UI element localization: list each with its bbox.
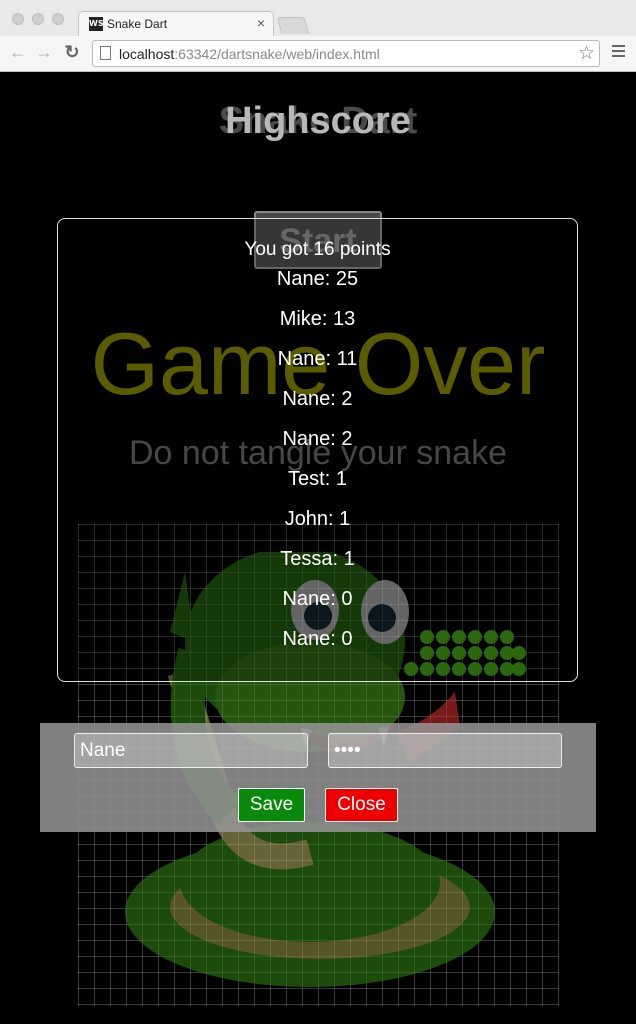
url-path: :63342/dartsnake/web/index.html: [174, 46, 380, 62]
tab-close-icon[interactable]: ×: [257, 15, 265, 31]
highscore-title: Highscore: [225, 100, 411, 142]
highscore-entry: Nane: 2: [282, 428, 353, 450]
forward-arrow-icon[interactable]: →: [34, 42, 54, 63]
highscore-entry: Mike: 13: [279, 308, 356, 330]
bookmark-star-icon[interactable]: ☆: [578, 42, 595, 65]
url-text[interactable]: localhost:63342/dartsnake/web/index.html: [119, 46, 380, 62]
save-button[interactable]: Save: [238, 788, 305, 822]
highscore-entry: Nane: 0: [282, 588, 353, 610]
back-arrow-icon[interactable]: ←: [8, 42, 28, 63]
highscore-entry: Nane: 25: [276, 268, 359, 290]
highscore-dialog: You got 16 points Nane: 25 Mike: 13 Nane…: [57, 218, 578, 682]
address-bar[interactable]: localhost:63342/dartsnake/web/index.html…: [92, 40, 600, 67]
reload-icon[interactable]: ↻: [62, 42, 82, 63]
highscore-entry: Test: 1: [288, 468, 347, 490]
window-close-dot[interactable]: [12, 13, 24, 25]
window-zoom-dot[interactable]: [52, 13, 64, 25]
name-input[interactable]: [74, 733, 308, 768]
tab-title: Snake Dart: [107, 17, 168, 31]
password-input[interactable]: [328, 733, 562, 768]
highscore-entry: John: 1: [284, 508, 351, 530]
game-page: Snake Dart Highscore Start Game Over Do …: [0, 72, 636, 1024]
browser-toolbar: ← → ↻ localhost:63342/dartsnake/web/inde…: [0, 36, 636, 72]
webstorm-icon: WS: [89, 17, 104, 31]
highscore-entry: Nane: 0: [282, 628, 353, 650]
close-button[interactable]: Close: [325, 788, 398, 822]
browser-tab-bar: WS Snake Dart ×: [0, 0, 636, 37]
url-host: localhost: [119, 46, 175, 62]
highscore-entry: Tessa: 1: [280, 548, 355, 570]
highscore-entry: Nane: 2: [282, 388, 353, 410]
browser-tab[interactable]: WS Snake Dart ×: [78, 11, 274, 37]
highscore-entry: Nane: 11: [277, 348, 358, 370]
score-message: You got 16 points: [244, 239, 391, 260]
highscore-list: Nane: 25 Mike: 13 Nane: 11 Nane: 2 Nane:…: [58, 267, 577, 667]
browser-menu-icon[interactable]: [612, 45, 625, 60]
save-score-panel: Save Close: [40, 723, 596, 832]
new-tab-button[interactable]: [276, 17, 310, 34]
window-minimize-dot[interactable]: [32, 13, 44, 25]
page-icon: [100, 46, 111, 60]
